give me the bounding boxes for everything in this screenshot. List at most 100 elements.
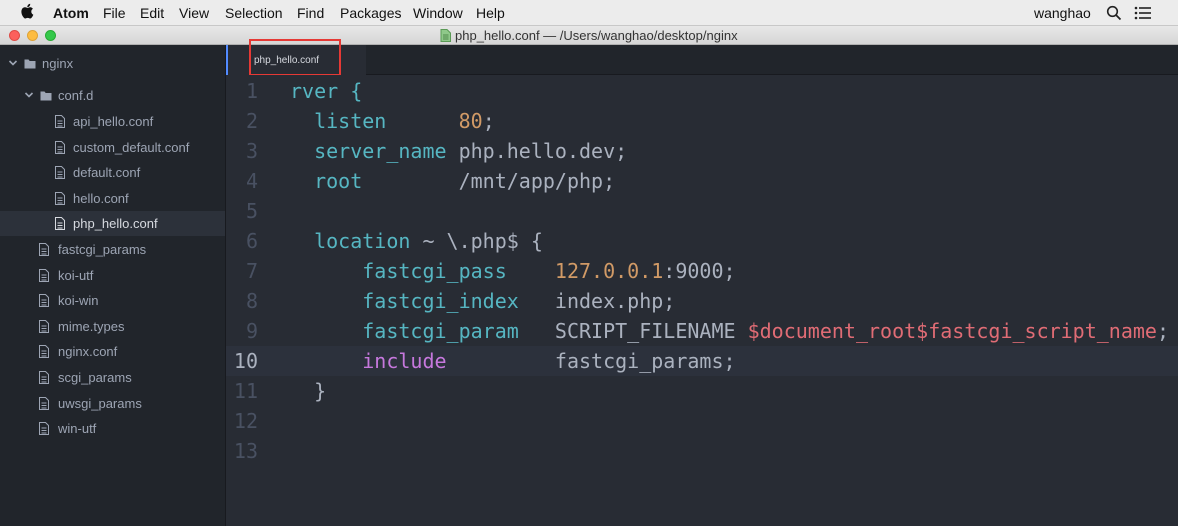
- tree-file-label: custom_default.conf: [73, 140, 190, 155]
- file-text-icon: [39, 371, 49, 384]
- tree-file-label: api_hello.conf: [73, 114, 154, 129]
- file-text-icon: [39, 294, 49, 307]
- code-line[interactable]: 7 fastcgi_pass 127.0.0.1:9000;: [226, 256, 1178, 286]
- menu-edit[interactable]: Edit: [140, 5, 164, 21]
- line-number: 8: [245, 289, 258, 313]
- code-line[interactable]: 9 fastcgi_param SCRIPT_FILENAME $documen…: [226, 316, 1178, 346]
- code-token: rver {: [290, 79, 363, 103]
- code-line[interactable]: 8 fastcgi_index index.php;: [226, 286, 1178, 316]
- tree-file-label: scgi_params: [58, 370, 132, 385]
- file-text-icon: [39, 345, 49, 358]
- code-line[interactable]: 13: [226, 436, 1178, 466]
- code-token: include: [362, 349, 447, 373]
- tree-file-scgi-params[interactable]: scgi_params: [0, 365, 225, 390]
- tree-folder-nginx[interactable]: nginx: [0, 51, 225, 76]
- menu-selection[interactable]: Selection: [225, 5, 283, 21]
- code-token: 127.0.0.1: [554, 259, 664, 283]
- tree-file-php-hello-conf[interactable]: php_hello.conf: [0, 211, 225, 236]
- code-token: ;: [482, 109, 495, 133]
- code-line[interactable]: 10 include fastcgi_params;: [226, 346, 1178, 376]
- code-text: server_name php.hello.dev;: [290, 136, 627, 166]
- line-number: 5: [245, 199, 258, 223]
- close-window-button[interactable]: [9, 30, 20, 41]
- code-line[interactable]: 2 listen 80;: [226, 106, 1178, 136]
- code-line[interactable]: 11 }: [226, 376, 1178, 406]
- code-line[interactable]: 5: [226, 196, 1178, 226]
- file-text-icon: [55, 217, 65, 230]
- tree-folder-label: conf.d: [58, 88, 94, 103]
- window-title-text: php_hello.conf — /Users/wanghao/desktop/…: [455, 28, 738, 43]
- tree-file-label: nginx.conf: [58, 344, 118, 359]
- code-token: /mnt/app/php;: [362, 169, 616, 193]
- code-text: fastcgi_index index.php;: [290, 286, 675, 316]
- tree-file-custom-default-conf[interactable]: custom_default.conf: [0, 135, 225, 160]
- file-text-icon: [55, 192, 65, 205]
- menu-app-name[interactable]: Atom: [53, 5, 89, 21]
- code-token: $document_root$fastcgi_script_name: [747, 319, 1157, 343]
- menu-find[interactable]: Find: [297, 5, 324, 21]
- code-token: 80: [458, 109, 483, 133]
- menu-user-name[interactable]: wanghao: [1034, 5, 1091, 21]
- code-text: }: [290, 376, 326, 406]
- code-text: rver {: [290, 76, 362, 106]
- tree-file-fastcgi-params[interactable]: fastcgi_params: [0, 237, 225, 262]
- line-number: 3: [245, 139, 258, 163]
- code-text: include fastcgi_params;: [290, 346, 735, 376]
- code-line[interactable]: 1 rver {: [226, 76, 1178, 106]
- zoom-window-button[interactable]: [45, 30, 56, 41]
- code-token: listen: [314, 109, 387, 133]
- file-text-icon: [39, 243, 49, 256]
- tree-file-nginx-conf[interactable]: nginx.conf: [0, 339, 225, 364]
- file-text-icon: [39, 269, 49, 282]
- tree-file-label: php_hello.conf: [73, 216, 158, 231]
- line-number: 7: [245, 259, 258, 283]
- tree-file-uwsgi-params[interactable]: uwsgi_params: [0, 391, 225, 416]
- code-line[interactable]: 12: [226, 406, 1178, 436]
- tree-file-default-conf[interactable]: default.conf: [0, 160, 225, 185]
- line-number: 6: [245, 229, 258, 253]
- tab-bar: php_hello.conf: [226, 45, 1178, 75]
- tree-folder-conf-d[interactable]: conf.d: [0, 83, 225, 108]
- tree-file-api-hello-conf[interactable]: api_hello.conf: [0, 109, 225, 134]
- tree-file-koi-utf[interactable]: koi-utf: [0, 263, 225, 288]
- code-token: SCRIPT_FILENAME: [518, 319, 748, 343]
- menu-packages[interactable]: Packages: [340, 5, 401, 21]
- tree-file-label: win-utf: [58, 421, 97, 436]
- tree-file-win-utf[interactable]: win-utf: [0, 416, 225, 441]
- code-line[interactable]: 3 server_name php.hello.dev;: [226, 136, 1178, 166]
- tree-file-hello-conf[interactable]: hello.conf: [0, 186, 225, 211]
- code-token: fastcgi_param: [362, 319, 519, 343]
- code-line[interactable]: 4 root /mnt/app/php;: [226, 166, 1178, 196]
- apple-icon[interactable]: [20, 3, 34, 19]
- menu-bar: Atom File Edit View Selection Find Packa…: [0, 0, 1178, 26]
- code-text: listen 80;: [290, 106, 495, 136]
- code-token: location: [314, 229, 411, 253]
- code-token: }: [290, 379, 327, 403]
- line-number: 1: [245, 79, 258, 103]
- tree-view: nginx conf.d api_hello.conf custom_defau…: [0, 45, 226, 526]
- tree-folder-label: nginx: [42, 56, 74, 71]
- code-token: root: [314, 169, 363, 193]
- code-token: index.php;: [518, 289, 676, 313]
- menu-file[interactable]: File: [103, 5, 126, 21]
- tree-file-koi-win[interactable]: koi-win: [0, 288, 225, 313]
- chevron-down-icon: [8, 60, 18, 66]
- code-editor[interactable]: 1 rver {2 listen 80; 3 server_name php.hel…: [226, 75, 1178, 526]
- menu-view[interactable]: View: [179, 5, 209, 21]
- tree-file-mime-types[interactable]: mime.types: [0, 314, 225, 339]
- spotlight-search-icon[interactable]: [1106, 5, 1122, 21]
- code-line[interactable]: 6 location ~ \.php$ {: [226, 226, 1178, 256]
- notification-center-icon[interactable]: [1134, 6, 1152, 20]
- menu-window[interactable]: Window: [413, 5, 463, 21]
- tab-highlight-annotation: [249, 39, 341, 76]
- window-title-bar: php_hello.conf — /Users/wanghao/desktop/…: [0, 26, 1178, 45]
- menu-help[interactable]: Help: [476, 5, 505, 21]
- tree-file-label: default.conf: [73, 165, 141, 180]
- minimize-window-button[interactable]: [27, 30, 38, 41]
